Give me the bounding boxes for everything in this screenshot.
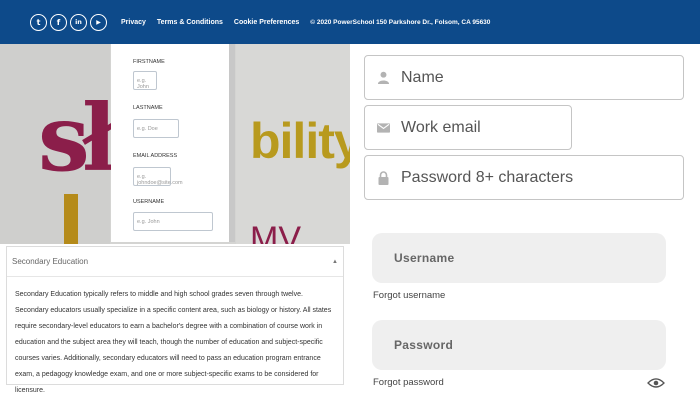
cookie-preferences-link[interactable]: Cookie Preferences xyxy=(234,19,299,26)
username-placeholder: Username xyxy=(394,251,455,265)
lock-icon xyxy=(365,170,401,185)
facebook-icon[interactable]: f xyxy=(50,13,67,31)
profile-form: FIRSTNAME e.g. John LASTNAME e.g. Doe EM… xyxy=(111,44,235,242)
privacy-link[interactable]: Privacy xyxy=(121,19,146,26)
twitter-icon[interactable]: t xyxy=(30,13,47,31)
name-placeholder: Name xyxy=(401,68,444,86)
firstname-input[interactable]: e.g. John xyxy=(133,71,157,90)
logo-tree-trunk xyxy=(64,194,78,244)
username-input[interactable]: e.g. John xyxy=(133,212,213,231)
firstname-label: FIRSTNAME xyxy=(133,59,165,65)
caret-up-icon[interactable]: ▲ xyxy=(332,259,338,265)
accordion-title: Secondary Education xyxy=(12,257,89,266)
secondary-education-accordion: Secondary Education ▲ Secondary Educatio… xyxy=(6,246,344,394)
work-email-placeholder: Work email xyxy=(401,118,481,136)
work-email-field[interactable]: Work email xyxy=(364,105,572,150)
copyright-text: © 2020 PowerSchool 150 Parkshore Dr., Fo… xyxy=(310,18,491,26)
email-input[interactable]: e.g. johndoe@site.com xyxy=(133,167,183,186)
username-label: USERNAME xyxy=(133,199,165,205)
name-field[interactable]: Name xyxy=(364,55,684,100)
password-placeholder: Password 8+ characters xyxy=(401,168,574,186)
envelope-icon xyxy=(365,122,401,133)
accordion-body: Secondary Education typically refers to … xyxy=(15,291,332,394)
password-login-placeholder: Password xyxy=(394,338,454,352)
logo-letters-right: bility xyxy=(250,113,350,169)
person-icon xyxy=(365,71,401,84)
logo-letters-bottom: MV xyxy=(250,220,301,244)
youtube-icon[interactable]: ▶ xyxy=(90,13,107,31)
social-links: t f in ▶ xyxy=(30,13,107,31)
password-login-field[interactable]: Password xyxy=(372,320,666,370)
accordion-header[interactable]: Secondary Education ▲ xyxy=(7,247,343,277)
password-field[interactable]: Password 8+ characters xyxy=(364,155,684,200)
linkedin-icon[interactable]: in xyxy=(70,13,87,31)
footer-bar: t f in ▶ Privacy Terms & Conditions Cook… xyxy=(0,0,700,44)
lastname-input[interactable]: e.g. Doe xyxy=(133,119,179,138)
lastname-label: LASTNAME xyxy=(133,105,163,111)
email-label: EMAIL ADDRESS xyxy=(133,153,178,159)
forgot-password-link[interactable]: Forgot password xyxy=(373,377,444,388)
terms-link[interactable]: Terms & Conditions xyxy=(157,19,223,26)
username-login-field[interactable]: Username xyxy=(372,233,666,283)
eye-icon[interactable] xyxy=(647,376,665,394)
forgot-username-link[interactable]: Forgot username xyxy=(373,290,445,301)
